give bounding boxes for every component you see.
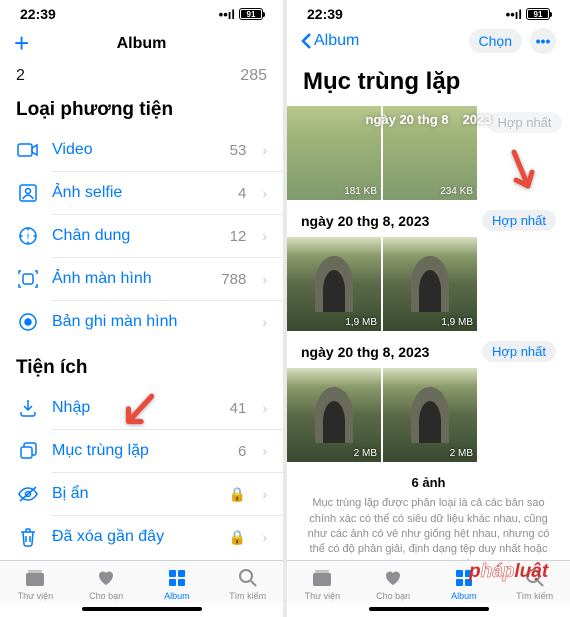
tab-search[interactable]: Tìm kiếm (212, 567, 283, 601)
annotation-arrow (502, 148, 540, 204)
chevron-icon: › (262, 400, 267, 416)
tab-library[interactable]: Thư viện (287, 567, 358, 601)
lock-icon: 🔒 (229, 486, 246, 503)
merge-button[interactable]: Hợp nhất (482, 341, 556, 362)
foryou-icon (95, 567, 117, 589)
svg-text:phápluật: phápluật (469, 561, 549, 582)
time: 22:39 (20, 6, 56, 22)
signal-icon: ••ıl (219, 7, 235, 22)
nav-title: Album (117, 35, 167, 53)
trash-icon (16, 525, 40, 549)
section-util-header: Tiện ích (0, 343, 283, 387)
battery-icon: 91 (526, 8, 550, 20)
time: 22:39 (307, 6, 343, 22)
foryou-icon (382, 567, 404, 589)
add-button[interactable]: + (14, 28, 29, 59)
footer-info: 6 ảnh Mục trùng lặp được phân loại là cả… (287, 466, 570, 560)
chevron-icon: › (262, 228, 267, 244)
search-icon (237, 567, 259, 589)
library-icon (311, 567, 333, 589)
tabbar: Thư viện Cho bạn Album Tìm kiếm (0, 560, 283, 603)
page-title: Mục trùng lặp (287, 62, 570, 106)
navbar: + Album (0, 24, 283, 67)
portrait-icon: f (16, 224, 40, 248)
row-selfie[interactable]: Ảnh selfie 4 › (0, 172, 283, 214)
library-icon (24, 567, 46, 589)
statusbar: 22:39 ••ıl 91 (0, 0, 283, 24)
dup-group-2: ngày 20 thg 8, 2023 Hợp nhất 2 MB 2 MB (287, 335, 570, 466)
album-icon (166, 567, 188, 589)
chevron-icon: › (262, 443, 267, 459)
screenshot-icon (16, 267, 40, 291)
dup-image[interactable]: 2 MB (287, 368, 381, 462)
chevron-icon: › (262, 271, 267, 287)
duplicates-icon (16, 439, 40, 463)
row-hidden[interactable]: Bị ẩn 🔒 › (0, 473, 283, 515)
statusbar: 22:39 ••ıl 91 (287, 0, 570, 24)
dup-date: ngày 20 thg 8, 2023 (301, 344, 429, 360)
home-indicator (369, 607, 489, 611)
row-screenshot[interactable]: Ảnh màn hình 788 › (0, 258, 283, 300)
selfie-icon (16, 181, 40, 205)
status-icons: ••ıl 91 (506, 7, 550, 22)
chevron-icon: › (262, 486, 267, 502)
truncated-row: 2 285 (0, 67, 283, 85)
status-icons: ••ıl 91 (219, 7, 263, 22)
tab-foryou[interactable]: Cho bạn (71, 567, 142, 601)
signal-icon: ••ıl (506, 7, 522, 22)
merge-button[interactable]: Hợp nhất (482, 210, 556, 231)
import-icon (16, 396, 40, 420)
chevron-icon: › (262, 142, 267, 158)
dup-image[interactable]: 2 MB (383, 368, 477, 462)
row-portrait[interactable]: f Chân dung 12 › (0, 215, 283, 257)
tab-album[interactable]: Album (142, 567, 213, 601)
chevron-icon: › (262, 529, 267, 545)
home-indicator (82, 607, 202, 611)
navbar: Album Chọn ••• (287, 24, 570, 62)
dup-image[interactable]: 1,9 MB (287, 237, 381, 331)
phone-right: 22:39 ••ıl 91 Album Chọn ••• Mục trùng l… (287, 0, 570, 617)
lock-icon: 🔒 (229, 529, 246, 546)
dup-group-1: ngày 20 thg 8, 2023 Hợp nhất 1,9 MB 1,9 … (287, 204, 570, 335)
choose-button[interactable]: Chọn (469, 29, 522, 53)
back-button[interactable]: Album (301, 32, 359, 50)
row-deleted[interactable]: Đã xóa gần đây 🔒 › (0, 516, 283, 558)
watermark: phápluật (469, 558, 564, 589)
annotation-arrow (118, 390, 160, 440)
more-button[interactable]: ••• (530, 28, 556, 54)
chevron-icon: › (262, 314, 267, 330)
tab-library[interactable]: Thư viện (0, 567, 71, 601)
dup-date: ngày 20 thg 82023 (287, 112, 570, 127)
battery-icon: 91 (239, 8, 263, 20)
section-media-header: Loại phương tiện (0, 85, 283, 129)
video-icon (16, 138, 40, 162)
row-video[interactable]: Video 53 › (0, 129, 283, 171)
phone-left: 22:39 ••ıl 91 + Album 2 285 Loại phương … (0, 0, 283, 617)
hidden-icon (16, 482, 40, 506)
tab-foryou[interactable]: Cho bạn (358, 567, 429, 601)
row-screenrec[interactable]: Bản ghi màn hình › (0, 301, 283, 343)
dup-date: ngày 20 thg 8, 2023 (301, 213, 429, 229)
chevron-icon: › (262, 185, 267, 201)
svg-text:f: f (27, 234, 29, 241)
screenrec-icon (16, 310, 40, 334)
dup-image[interactable]: 1,9 MB (383, 237, 477, 331)
